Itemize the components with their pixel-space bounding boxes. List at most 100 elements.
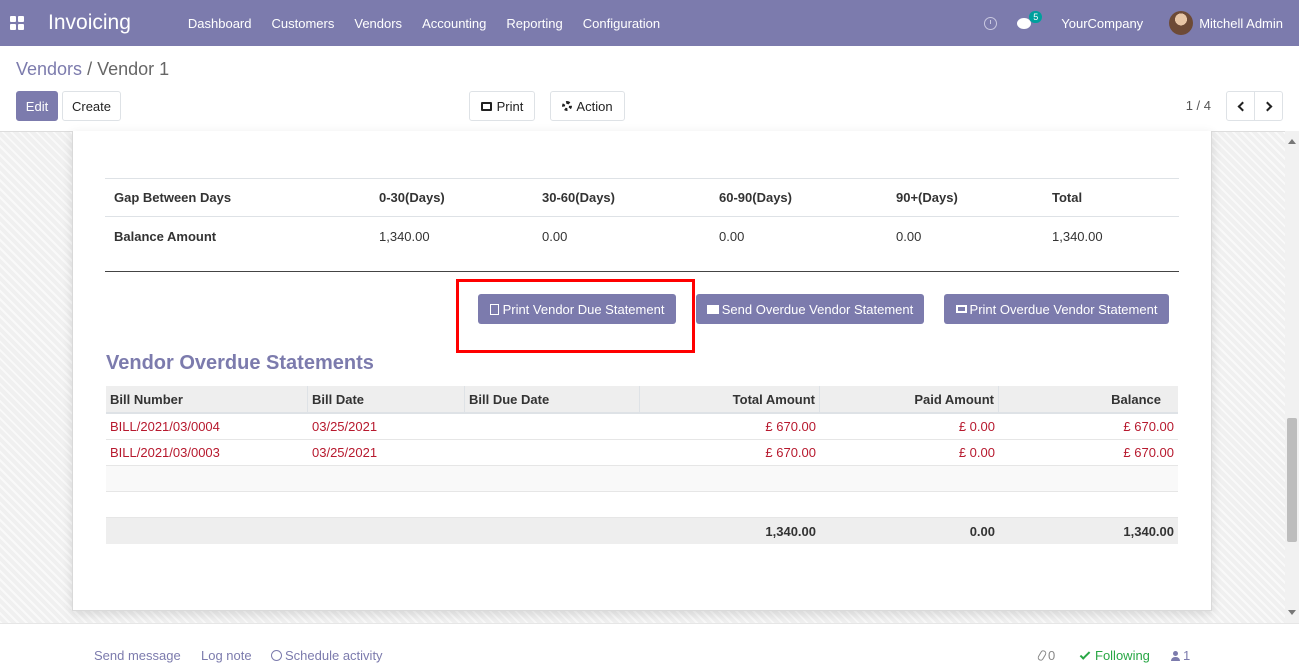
bill-number-cell: BILL/2021/03/0004 [110, 419, 220, 434]
envelope-icon [706, 304, 719, 314]
schedule-activity-button[interactable]: Schedule activity [271, 648, 383, 663]
paid-amount-cell: £ 0.00 [958, 419, 995, 434]
attachments-count: 0 [1048, 648, 1056, 663]
bill-date-cell: 03/25/2021 [312, 419, 378, 434]
printer-icon [955, 305, 967, 313]
menu-customers[interactable]: Customers [272, 16, 335, 31]
paperclip-icon [1036, 649, 1048, 662]
total-amount-cell: £ 670.00 [765, 419, 816, 434]
empty-table-row [106, 466, 1178, 492]
send-overdue-label: Send Overdue Vendor Statement [721, 301, 914, 317]
following-label: Following [1095, 648, 1150, 663]
overdue-table: Bill Number Bill Date Bill Due Date Tota… [106, 386, 1178, 544]
app-title[interactable]: Invoicing [48, 11, 131, 35]
balance-cell: £ 670.00 [1123, 419, 1174, 434]
followers-button[interactable]: 1 [1171, 648, 1190, 663]
empty-table-row [106, 492, 1178, 518]
activity-clock-icon[interactable] [984, 16, 998, 30]
bill-due-date-cell [465, 440, 640, 465]
send-message-button[interactable]: Send message [94, 648, 181, 663]
ageing-header-gap: Gap Between Days [114, 190, 232, 205]
bill-due-date-cell [465, 414, 640, 439]
log-note-button[interactable]: Log note [201, 648, 252, 663]
messages-count-badge: 5 [1029, 11, 1043, 23]
print-dropdown-button[interactable]: Print [469, 91, 535, 121]
ageing-header-90-plus: 90+(Days) [896, 190, 958, 205]
main-menu: Dashboard Customers Vendors Accounting R… [188, 16, 680, 31]
breadcrumb-vendors-link[interactable]: Vendors [16, 59, 82, 79]
ageing-value-60-90: 0.00 [719, 228, 745, 244]
clock-icon [271, 650, 282, 661]
user-avatar[interactable] [1169, 11, 1194, 35]
ageing-header-0-30: 0-30(Days) [379, 190, 445, 205]
check-icon [1079, 649, 1091, 660]
ageing-row-label: Balance Amount [114, 228, 217, 244]
menu-reporting[interactable]: Reporting [506, 16, 562, 31]
edit-button[interactable]: Edit [16, 91, 58, 121]
overdue-totals-row: 1,340.00 0.00 1,340.00 [106, 518, 1178, 544]
user-menu[interactable]: Mitchell Admin [1199, 16, 1283, 31]
menu-configuration[interactable]: Configuration [583, 16, 660, 31]
print-label: Print [496, 98, 524, 114]
user-icon [1171, 651, 1180, 661]
ageing-header-total: Total [1052, 190, 1083, 205]
send-overdue-vendor-statement-button[interactable]: Send Overdue Vendor Statement [696, 294, 924, 324]
overdue-header-row: Bill Number Bill Date Bill Due Date Tota… [106, 386, 1178, 414]
scroll-up-arrow-icon[interactable] [1288, 139, 1296, 144]
bill-date-cell: 03/25/2021 [312, 445, 378, 460]
menu-accounting[interactable]: Accounting [422, 16, 486, 31]
following-button[interactable]: Following [1079, 648, 1150, 663]
pager-value[interactable]: 1 / 4 [1186, 98, 1211, 113]
pager-previous-button[interactable] [1226, 91, 1255, 121]
breadcrumb-current: Vendor 1 [97, 59, 170, 79]
ageing-value-total: 1,340.00 [1052, 228, 1103, 244]
ageing-value-0-30: 1,340.00 [379, 228, 430, 244]
messages-button[interactable]: 5 [1017, 11, 1043, 30]
action-label: Action [576, 98, 613, 114]
totals-empty-cell [308, 518, 465, 544]
pager-next-button[interactable] [1254, 91, 1283, 121]
overdue-section-title: Vendor Overdue Statements [106, 352, 374, 374]
schedule-activity-label: Schedule activity [285, 648, 383, 663]
header-bill-due-date[interactable]: Bill Due Date [465, 386, 640, 412]
ageing-header-30-60: 30-60(Days) [542, 190, 615, 205]
breadcrumb-separator: / [87, 59, 93, 79]
top-navbar: Invoicing Dashboard Customers Vendors Ac… [0, 0, 1299, 46]
chatter-bar: Send message Log note Schedule activity … [0, 623, 1299, 669]
action-dropdown-button[interactable]: Action [550, 91, 625, 121]
bill-number-cell: BILL/2021/03/0003 [110, 445, 220, 460]
table-row[interactable]: BILL/2021/03/0003 03/25/2021 £ 670.00 £ … [106, 440, 1178, 466]
menu-vendors[interactable]: Vendors [354, 16, 402, 31]
header-total-amount[interactable]: Total Amount [640, 386, 820, 412]
header-balance[interactable]: Balance [999, 386, 1178, 412]
ageing-table: Gap Between Days 0-30(Days) 30-60(Days) … [105, 178, 1179, 255]
header-bill-number[interactable]: Bill Number [106, 386, 308, 412]
table-row[interactable]: BILL/2021/03/0004 03/25/2021 £ 670.00 £ … [106, 414, 1178, 440]
balance-sum: 1,340.00 [1123, 523, 1174, 539]
section-divider [105, 271, 1179, 272]
header-paid-amount[interactable]: Paid Amount [820, 386, 999, 412]
total-amount-cell: £ 670.00 [765, 445, 816, 460]
header-bill-date[interactable]: Bill Date [308, 386, 465, 412]
totals-empty-cell [106, 518, 308, 544]
scrollbar-thumb[interactable] [1287, 418, 1297, 542]
print-overdue-label: Print Overdue Vendor Statement [969, 301, 1158, 317]
total-amount-sum: 1,340.00 [765, 523, 816, 539]
ageing-header-60-90: 60-90(Days) [719, 190, 792, 205]
chevron-right-icon [1262, 101, 1272, 111]
paid-amount-cell: £ 0.00 [958, 445, 995, 460]
paid-amount-sum: 0.00 [969, 523, 995, 539]
ageing-balance-row: Balance Amount 1,340.00 0.00 0.00 0.00 1… [105, 217, 1179, 255]
company-switcher[interactable]: YourCompany [1061, 16, 1143, 31]
apps-menu-icon[interactable] [10, 16, 24, 30]
scroll-down-arrow-icon[interactable] [1288, 610, 1296, 615]
print-overdue-vendor-statement-button[interactable]: Print Overdue Vendor Statement [944, 294, 1169, 324]
menu-dashboard[interactable]: Dashboard [188, 16, 252, 31]
gear-icon [562, 101, 573, 111]
vertical-scrollbar[interactable] [1285, 131, 1299, 623]
printer-icon [480, 101, 492, 111]
create-button[interactable]: Create [62, 91, 121, 121]
ageing-value-90-plus: 0.00 [896, 228, 922, 244]
breadcrumb: Vendors / Vendor 1 [16, 59, 169, 80]
attachments-button[interactable]: 0 [1036, 648, 1056, 663]
